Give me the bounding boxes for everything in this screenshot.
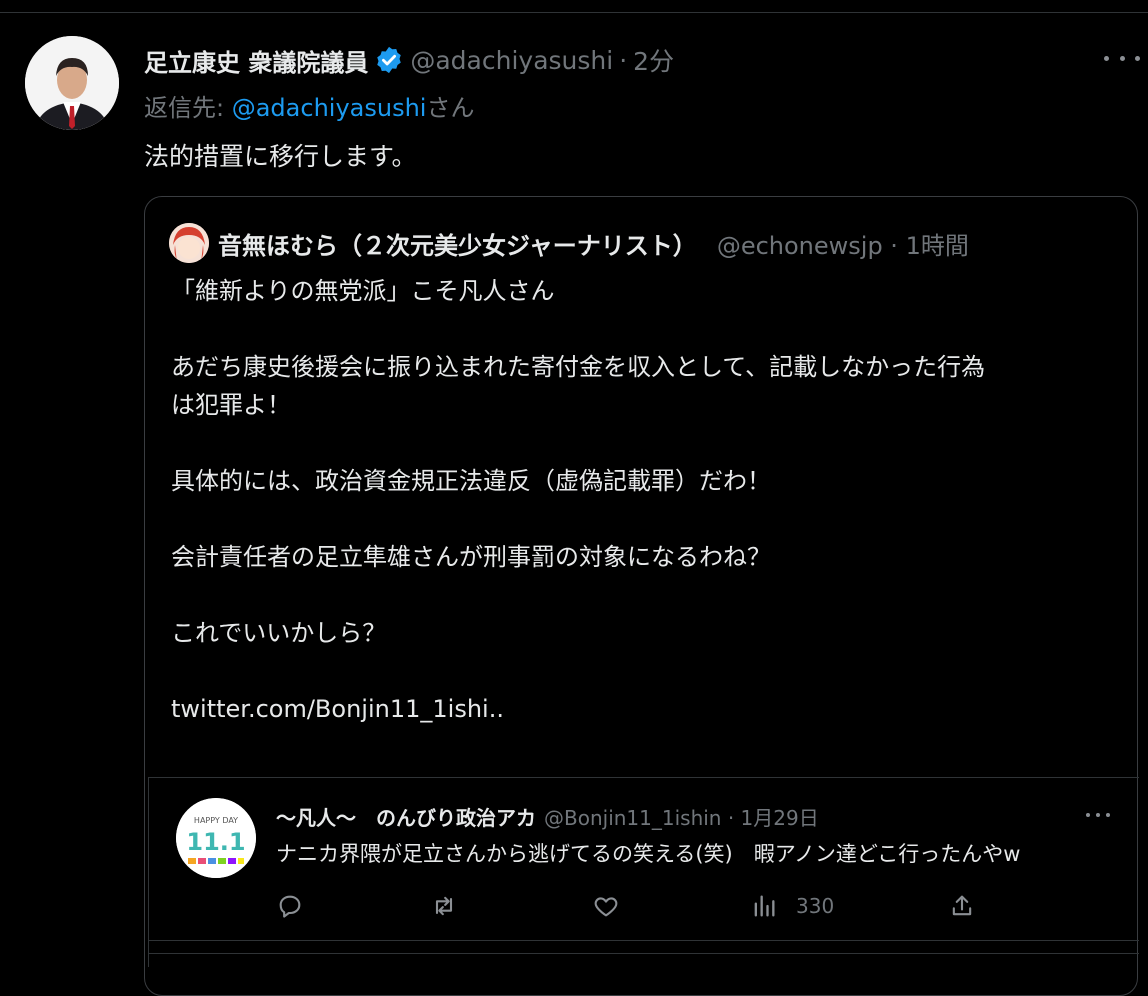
replying-suffix: さん: [426, 94, 475, 122]
quoted-line: あだち康史後援会に振り込まれた寄付金を収入として、記載しなかった行為: [171, 353, 986, 381]
author-name[interactable]: 足立康史 衆議院議員: [144, 43, 368, 78]
quoted-line: 会計責任者の足立隼雄さんが刑事罰の対象になるわね？: [171, 543, 771, 571]
separator-dot: ·: [619, 45, 628, 75]
views-button[interactable]: 330: [750, 888, 834, 924]
avatar-text-top: HAPPY DAY: [194, 816, 238, 825]
quoted-header: 音無ほむら（２次元美少女ジャーナリスト） @echonewsjp · 1時間: [218, 223, 969, 263]
replying-handle-link[interactable]: @adachiyasushi: [232, 94, 427, 122]
quoted-text: 「維新よりの無党派」こそ凡人さん あだち康史後援会に振り込まれた寄付金を収入とし…: [171, 272, 1111, 728]
replying-prefix: 返信先:: [144, 94, 232, 122]
author-handle[interactable]: @adachiyasushi: [410, 46, 613, 75]
retweet-icon: [435, 896, 453, 916]
tweet-time[interactable]: 2分: [633, 42, 674, 78]
quoted-author-name[interactable]: 音無ほむら（２次元美少女ジャーナリスト）: [218, 226, 697, 261]
avatar-text-main: 11.1: [186, 828, 245, 856]
quoted-line: は犯罪よ！: [171, 391, 291, 419]
quoted-line: これでいいかしら？: [171, 619, 387, 647]
author-avatar[interactable]: [25, 36, 119, 130]
views-count: 330: [796, 894, 835, 918]
views-icon: [754, 895, 775, 917]
replying-to: 返信先: @adachiyasushiさん: [144, 88, 474, 123]
quoted-meta: @echonewsjp · 1時間: [716, 231, 969, 260]
quoted-line: 具体的には、政治資金規正法違反（虚偽記載罪）だわ！: [171, 467, 771, 495]
more-icon[interactable]: [1086, 811, 1110, 819]
like-button[interactable]: [592, 888, 620, 924]
nested-author-name[interactable]: 〜凡人〜 のんびり政治アカ: [276, 802, 536, 831]
next-nested-tweet-partial[interactable]: [148, 940, 1139, 967]
nested-text: ナニカ界隈が足立さんから逃げてるの笑える(笑) 暇アノン達どこ行ったんやw: [276, 842, 1021, 866]
share-icon: [952, 895, 972, 916]
reply-button[interactable]: [276, 888, 304, 924]
like-icon: [594, 897, 618, 917]
verified-badge-icon: [374, 45, 404, 75]
nested-meta: @Bonjin11_1ishin · 1月29日: [544, 805, 819, 830]
quoted-line: 「維新よりの無党派」こそ凡人さん: [171, 277, 555, 305]
action-bar: 330: [276, 888, 996, 924]
nested-author-avatar[interactable]: HAPPY DAY 11.1: [176, 798, 256, 878]
nested-header: 〜凡人〜 のんびり政治アカ @Bonjin11_1ishin · 1月29日: [276, 801, 819, 831]
top-divider: [0, 0, 1148, 13]
tweet-header: 足立康史 衆議院議員 @adachiyasushi · 2分: [144, 40, 674, 80]
quoted-author-avatar[interactable]: [169, 223, 209, 263]
tweet-text: 法的措置に移行します。: [144, 142, 417, 171]
more-icon[interactable]: [1104, 46, 1140, 70]
quoted-link[interactable]: twitter.com/Bonjin11_1ishi..: [171, 690, 1111, 728]
retweet-button[interactable]: [430, 888, 458, 924]
share-button[interactable]: [948, 888, 976, 924]
reply-icon: [279, 895, 301, 918]
